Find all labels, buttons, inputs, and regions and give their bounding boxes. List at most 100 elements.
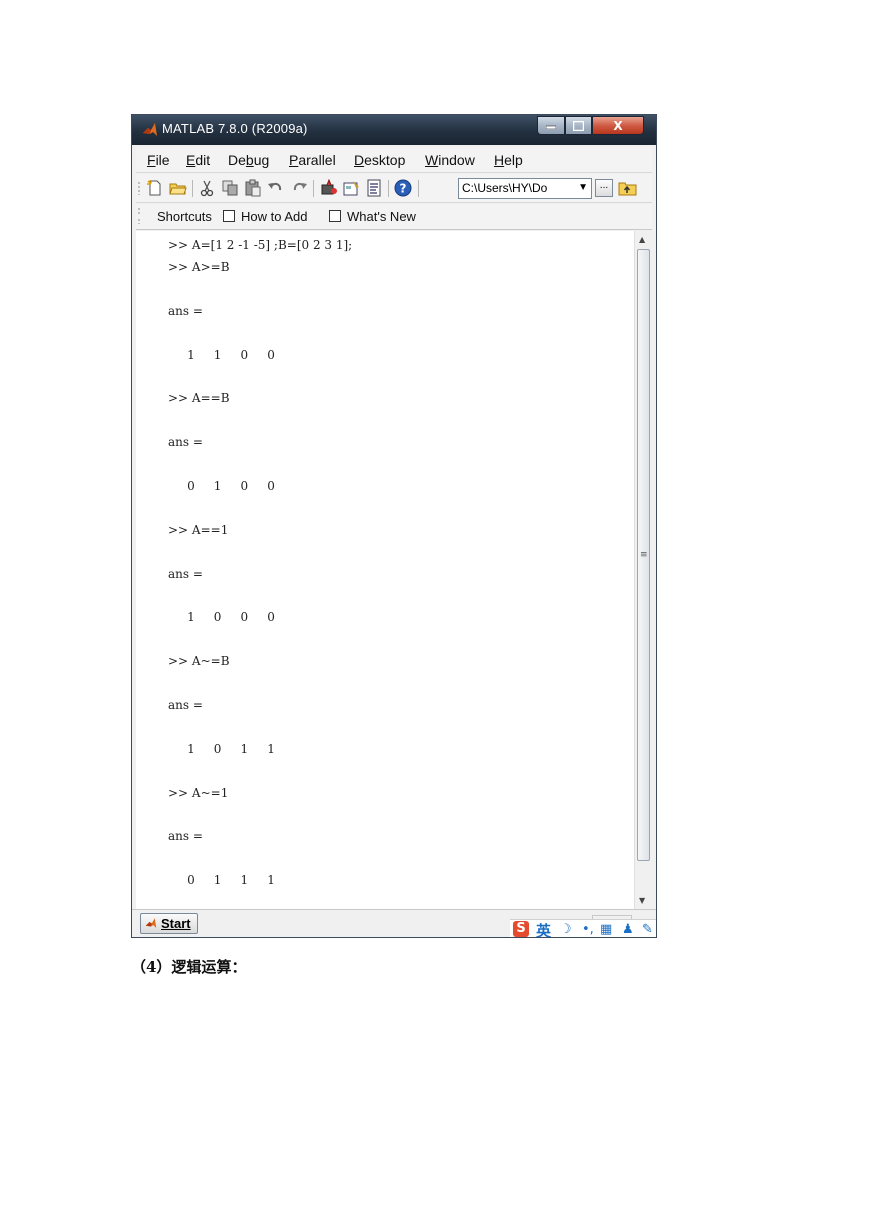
ime-toolbar[interactable]: S 英 ☽ •, ▦ ♟ ✎ bbox=[510, 919, 656, 937]
menu-parallel-mnemonic: P bbox=[289, 152, 299, 168]
output-line: ans = bbox=[168, 435, 203, 449]
output-line: ans = bbox=[168, 698, 203, 712]
menu-window-mnemonic: W bbox=[425, 152, 439, 168]
command-line: >> A=[1 2 -1 -5] ;B=[0 2 3 1]; bbox=[168, 238, 353, 252]
matlab-window: MATLAB 7.8.0 (R2009a) X File Edit Debug … bbox=[131, 114, 657, 938]
menu-edit-label: dit bbox=[195, 152, 211, 168]
help-icon[interactable]: ? bbox=[394, 179, 412, 197]
menu-debug[interactable]: Debug bbox=[228, 152, 269, 168]
section-caption: （4）逻辑运算： bbox=[131, 958, 247, 976]
shortcut-icon bbox=[223, 210, 235, 222]
command-line: >> A~=B bbox=[168, 654, 230, 668]
punctuation-icon[interactable]: •, bbox=[582, 922, 594, 937]
shortcuts-bar: Shortcuts How to Add What's New bbox=[136, 204, 652, 230]
close-button[interactable]: X bbox=[592, 116, 644, 135]
menu-window[interactable]: Window bbox=[425, 152, 475, 168]
scroll-down-icon[interactable]: ▼ bbox=[639, 896, 645, 905]
start-button[interactable]: Start bbox=[140, 913, 198, 934]
menu-file-mnemonic: F bbox=[147, 152, 156, 168]
shortcut-whats-new[interactable]: What's New bbox=[347, 209, 416, 224]
parent-folder-icon[interactable] bbox=[618, 179, 638, 197]
command-line: >> A~=1 bbox=[168, 786, 229, 800]
new-file-icon[interactable] bbox=[146, 179, 164, 197]
shortcuts-label[interactable]: Shortcuts bbox=[157, 209, 212, 224]
window-title: MATLAB 7.8.0 (R2009a) bbox=[162, 121, 308, 136]
toolbar-separator bbox=[192, 180, 193, 197]
menu-debug-mnemonic: b bbox=[245, 152, 254, 168]
browse-label: ... bbox=[599, 181, 609, 191]
ime-language[interactable]: 英 bbox=[536, 920, 551, 937]
menu-file[interactable]: File bbox=[147, 152, 170, 168]
output-line: 1 0 0 0 bbox=[168, 610, 275, 624]
toolbar-separator bbox=[313, 180, 314, 197]
cut-icon[interactable] bbox=[198, 179, 216, 197]
toolbar-grip[interactable] bbox=[138, 181, 140, 195]
shortcut-how-to-add[interactable]: How to Add bbox=[241, 209, 308, 224]
toolbar-separator bbox=[388, 180, 389, 197]
menu-bar: File Edit Debug Parallel Desktop Window … bbox=[136, 147, 652, 173]
chevron-down-icon: ▼ bbox=[578, 182, 588, 193]
output-line: 0 1 0 0 bbox=[168, 479, 275, 493]
menu-help-label: elp bbox=[504, 152, 523, 168]
shortcuts-grip[interactable] bbox=[138, 207, 140, 215]
command-line: >> A==B bbox=[168, 391, 230, 405]
menu-edit-mnemonic: E bbox=[186, 152, 196, 168]
minimize-icon bbox=[546, 125, 556, 129]
profiler-icon[interactable] bbox=[365, 179, 383, 197]
shortcuts-grip[interactable] bbox=[138, 218, 140, 224]
output-line: ans = bbox=[168, 304, 203, 318]
menu-help[interactable]: Help bbox=[494, 152, 523, 168]
current-directory-dropdown[interactable]: C:\Users\HY\Do ▼ bbox=[458, 178, 592, 199]
ime-logo-icon: S bbox=[513, 921, 529, 937]
current-directory-value: C:\Users\HY\Do bbox=[462, 181, 548, 195]
output-line: 0 1 1 1 bbox=[168, 873, 275, 887]
menu-debug-label: ug bbox=[253, 152, 270, 168]
menu-help-mnemonic: H bbox=[494, 152, 505, 168]
user-icon[interactable]: ♟ bbox=[622, 922, 634, 937]
keyboard-icon[interactable]: ▦ bbox=[600, 922, 612, 937]
menu-parallel[interactable]: Parallel bbox=[289, 152, 336, 168]
maximize-button[interactable] bbox=[565, 116, 592, 135]
toolbar-separator bbox=[418, 180, 419, 197]
menu-debug-prefix: De bbox=[228, 152, 246, 168]
command-line: >> A>=B bbox=[168, 260, 230, 274]
output-line: 1 1 0 0 bbox=[168, 348, 275, 362]
command-window[interactable]: >> A=[1 2 -1 -5] ;B=[0 2 3 1]; >> A>=B a… bbox=[136, 231, 634, 909]
redo-icon[interactable] bbox=[290, 179, 308, 197]
start-label: Start bbox=[161, 916, 191, 931]
menu-desktop[interactable]: Desktop bbox=[354, 152, 405, 168]
matlab-logo-icon bbox=[143, 123, 157, 136]
minimize-button[interactable] bbox=[537, 116, 565, 135]
menu-desktop-label: esktop bbox=[364, 152, 406, 168]
output-line: ans = bbox=[168, 567, 203, 581]
title-bar[interactable]: MATLAB 7.8.0 (R2009a) X bbox=[132, 115, 656, 145]
guide-icon[interactable] bbox=[343, 179, 361, 197]
open-folder-icon[interactable] bbox=[169, 179, 187, 197]
menu-window-label: indow bbox=[438, 152, 475, 168]
svg-text:?: ? bbox=[400, 182, 407, 196]
close-icon: X bbox=[613, 118, 623, 133]
toolbar: ? C:\Users\HY\Do ▼ ... bbox=[136, 174, 652, 203]
matlab-logo-icon bbox=[145, 918, 157, 928]
menu-edit[interactable]: Edit bbox=[186, 152, 210, 168]
simulink-icon[interactable] bbox=[320, 179, 338, 197]
vertical-scrollbar[interactable]: ▲ ≡ ▼ bbox=[634, 231, 652, 909]
paste-icon[interactable] bbox=[244, 179, 262, 197]
command-line: >> A==1 bbox=[168, 523, 229, 537]
menu-file-label: ile bbox=[155, 152, 170, 168]
scroll-up-icon[interactable]: ▲ bbox=[639, 235, 645, 244]
undo-icon[interactable] bbox=[267, 179, 285, 197]
menu-parallel-label: arallel bbox=[298, 152, 336, 168]
maximize-icon bbox=[573, 120, 584, 131]
output-line: ans = bbox=[168, 829, 203, 843]
skin-icon[interactable]: ✎ bbox=[642, 922, 653, 937]
status-bar: Start OVR S 英 ☽ •, ▦ ♟ ✎ bbox=[132, 909, 656, 937]
moon-icon[interactable]: ☽ bbox=[560, 922, 572, 937]
shortcut-icon bbox=[329, 210, 341, 222]
browse-directory-button[interactable]: ... bbox=[595, 179, 613, 197]
copy-icon[interactable] bbox=[221, 179, 239, 197]
output-line: 1 0 1 1 bbox=[168, 742, 275, 756]
scrollbar-thumb[interactable]: ≡ bbox=[637, 249, 650, 861]
grip-icon: ≡ bbox=[640, 550, 648, 560]
menu-desktop-mnemonic: D bbox=[354, 152, 365, 168]
